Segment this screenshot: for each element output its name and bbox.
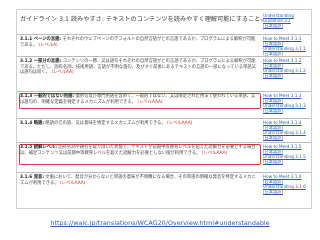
criterion-text: 3.1.2 一部分の言語: コンテンツの一節、又は語句それぞれの自然言語がどの言… bbox=[20, 59, 258, 76]
japanese-translation-link[interactable]: [日本語訳] bbox=[263, 23, 307, 28]
source-url-link[interactable]: https://waic.jp/translations/WCAG20/Over… bbox=[0, 219, 320, 227]
how-to-meet-link[interactable]: How to Meet 3.1.4 [日本語訳] bbox=[263, 120, 307, 130]
how-to-meet-link[interactable]: How to Meet 3.1.5 [日本語訳] bbox=[263, 144, 307, 154]
criterion-text: 3.1.4 略語: 略語の元の語、又は意味を特定するメカニズムが利用できる。 (… bbox=[20, 121, 258, 127]
criterion-description: 文脈において、発音が分からないと単語の意味が不明瞭になる場合、その単語の明確な発… bbox=[20, 175, 256, 186]
criterion-title: 3.1.6 発音: bbox=[20, 175, 45, 180]
understanding-link[interactable]: Understanding 3.1.6 [日本語訳] bbox=[263, 184, 307, 194]
criterion-title: 3.1.3 一般的ではない用語: bbox=[20, 94, 75, 99]
criterion-text: 3.1.6 発音: 文脈において、発音が分からないと単語の意味が不明瞭になる場合… bbox=[20, 175, 258, 186]
guideline-title: ガイドライン 3.1 読みやすさ: テキストのコンテンツを読みやすく理解可能にす… bbox=[20, 16, 267, 23]
criterion-links: How to Meet 3.1.4 [日本語訳] Understanding 3… bbox=[263, 120, 307, 140]
criterion-level: (レベルAAA) bbox=[59, 180, 86, 186]
criterion-level: (レベルAAA) bbox=[137, 99, 163, 105]
criterion-links: How to Meet 3.1.1 [日本語訳] Understanding 3… bbox=[263, 36, 307, 56]
understanding-link[interactable]: Understanding 3.1.5 [日本語訳] bbox=[263, 154, 307, 164]
criterion-text: 3.1.1 ページの言語: それぞれのウェブページのデフォルトの自然言語がどの言… bbox=[20, 37, 258, 48]
criterion-level: (レベルAA) bbox=[51, 70, 74, 76]
criterion-level: (レベルAAA) bbox=[167, 121, 193, 126]
how-to-meet-link[interactable]: How to Meet 3.1.6 [日本語訳] bbox=[263, 174, 307, 184]
how-to-meet-link[interactable]: How to Meet 3.1.1 [日本語訳] bbox=[263, 36, 307, 46]
criterion-row-3-1-6: 3.1.6 発音: 文脈において、発音が分からないと単語の意味が不明瞭になる場合… bbox=[17, 172, 311, 203]
criterion-links: How to Meet 3.1.2 [日本語訳] Understanding 3… bbox=[263, 58, 307, 78]
criterion-row-3-1-3: 3.1.3 一般的ではない用語: 慣用句及び専門用語を含めて、一般的ではない、又… bbox=[17, 91, 311, 116]
criterion-links: How to Meet 3.1.5 [日本語訳] Understanding 3… bbox=[263, 144, 307, 164]
understanding-link[interactable]: Understanding 3.1.4 [日本語訳] bbox=[263, 130, 307, 140]
criterion-row-3-1-4: 3.1.4 略語: 略語の元の語、又は意味を特定するメカニズムが利用できる。 (… bbox=[17, 118, 311, 140]
criterion-row-3-1-1: 3.1.1 ページの言語: それぞれのウェブページのデフォルトの自然言語がどの言… bbox=[17, 34, 311, 56]
criterion-level: (レベルAAA) bbox=[201, 150, 228, 156]
guideline-links: Understanding Guideline 3.1 [日本語訳] bbox=[263, 13, 307, 28]
criterion-text: 3.1.3 一般的ではない用語: 慣用句及び専門用語を含めて、一般的ではない、又… bbox=[20, 94, 258, 105]
how-to-meet-link[interactable]: How to Meet 3.1.3 [日本語訳] bbox=[263, 93, 307, 103]
criterion-title: 3.1.4 略語: bbox=[20, 121, 45, 126]
criterion-level: (レベルA) bbox=[38, 42, 58, 48]
understanding-guideline-link[interactable]: Understanding Guideline 3.1 bbox=[263, 13, 307, 23]
understanding-link[interactable]: Understanding 3.1.1 [日本語訳] bbox=[263, 46, 307, 56]
criterion-text: 3.1.5 読解レベル: 固有名詞や題名を取り除いた状態で、テキストが前期中等教… bbox=[20, 145, 258, 156]
criterion-title: 3.1.5 読解レベル: bbox=[20, 145, 57, 150]
how-to-meet-link[interactable]: How to Meet 3.1.2 [日本語訳] bbox=[263, 58, 307, 68]
criterion-description: 略語の元の語、又は意味を特定するメカニズムが利用できる。 bbox=[45, 121, 166, 126]
understanding-link[interactable]: Understanding 3.1.2 [日本語訳] bbox=[263, 68, 307, 78]
wcag-guideline-document: ガイドライン 3.1 読みやすさ: テキストのコンテンツを読みやすく理解可能にす… bbox=[16, 9, 312, 209]
criterion-links: How to Meet 3.1.3 [日本語訳] Understanding 3… bbox=[263, 93, 307, 113]
criterion-title: 3.1.2 一部分の言語: bbox=[20, 59, 62, 64]
understanding-link[interactable]: Understanding 3.1.3 [日本語訳] bbox=[263, 103, 307, 113]
criterion-title: 3.1.1 ページの言語: bbox=[20, 37, 62, 42]
criterion-row-3-1-5: 3.1.5 読解レベル: 固有名詞や題名を取り除いた状態で、テキストが前期中等教… bbox=[17, 142, 311, 169]
criterion-links: How to Meet 3.1.6 [日本語訳] Understanding 3… bbox=[263, 174, 307, 194]
criterion-row-3-1-2: 3.1.2 一部分の言語: コンテンツの一節、又は語句それぞれの自然言語がどの言… bbox=[17, 56, 311, 89]
